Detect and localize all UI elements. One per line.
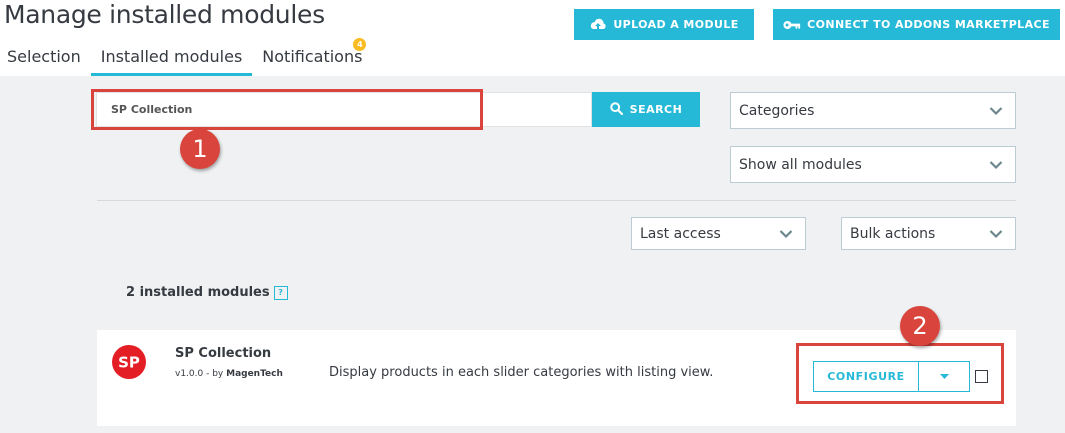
tab-bar: Selection Installed modules Notification… bbox=[0, 38, 372, 76]
chevron-down-icon bbox=[989, 229, 1003, 238]
sort-select[interactable]: Last access bbox=[631, 217, 806, 250]
module-meta: v1.0.0 - by MagenTech bbox=[175, 369, 283, 379]
module-author: MagenTech bbox=[226, 369, 283, 379]
installed-modules-count: 2 installed modules ? bbox=[126, 285, 288, 300]
show-modules-select[interactable]: Show all modules bbox=[730, 146, 1016, 183]
page: Manage installed modules UPLOAD A MODULE… bbox=[0, 0, 1065, 433]
tab-label: Installed modules bbox=[100, 47, 243, 66]
tab-installed-modules[interactable]: Installed modules bbox=[90, 44, 253, 76]
module-select-checkbox[interactable] bbox=[975, 370, 988, 383]
tab-label: Selection bbox=[7, 47, 81, 66]
search-button[interactable]: SEARCH bbox=[592, 92, 700, 127]
annotation-marker-2: 2 bbox=[900, 306, 940, 346]
sort-select-value: Last access bbox=[640, 225, 721, 242]
chevron-down-icon bbox=[779, 229, 793, 238]
categories-select[interactable]: Categories bbox=[730, 92, 1016, 129]
search-button-label: SEARCH bbox=[629, 103, 683, 116]
cloud-upload-icon bbox=[589, 18, 607, 32]
bulk-actions-select[interactable]: Bulk actions bbox=[841, 217, 1016, 250]
key-icon bbox=[783, 18, 801, 32]
notification-count-badge: 4 bbox=[353, 38, 367, 51]
installed-modules-count-label: 2 installed modules bbox=[126, 285, 270, 300]
module-name: SP Collection bbox=[175, 346, 272, 361]
search-field bbox=[96, 92, 592, 127]
connect-marketplace-button[interactable]: CONNECT TO ADDONS MARKETPLACE bbox=[773, 9, 1060, 40]
tab-notifications[interactable]: Notifications 4 bbox=[252, 38, 372, 76]
search-input[interactable] bbox=[97, 93, 591, 126]
page-title: Manage installed modules bbox=[4, 0, 325, 29]
module-description: Display products in each slider categori… bbox=[329, 365, 714, 380]
module-version: v1.0.0 - by bbox=[175, 369, 224, 379]
module-logo: SP bbox=[112, 345, 146, 379]
show-modules-select-value: Show all modules bbox=[739, 156, 862, 173]
tab-selection[interactable]: Selection bbox=[0, 44, 91, 76]
bulk-actions-select-value: Bulk actions bbox=[850, 225, 936, 242]
upload-module-button[interactable]: UPLOAD A MODULE bbox=[574, 9, 754, 40]
module-card: SP SP Collection v1.0.0 - by MagenTech D… bbox=[97, 330, 1016, 426]
main-content: SEARCH Categories Show all modules Last … bbox=[0, 76, 1065, 433]
chevron-down-icon bbox=[989, 106, 1003, 115]
module-logo-text: SP bbox=[118, 354, 140, 372]
caret-down-icon bbox=[939, 374, 949, 379]
annotation-marker-1: 1 bbox=[180, 129, 220, 169]
divider bbox=[97, 200, 1016, 201]
connect-marketplace-label: CONNECT TO ADDONS MARKETPLACE bbox=[807, 18, 1050, 31]
module-actions-dropdown-button[interactable] bbox=[919, 361, 970, 392]
tab-label: Notifications bbox=[262, 47, 363, 66]
configure-button[interactable]: CONFIGURE bbox=[813, 361, 919, 392]
help-icon[interactable]: ? bbox=[273, 285, 288, 300]
upload-module-label: UPLOAD A MODULE bbox=[613, 18, 739, 31]
categories-select-value: Categories bbox=[739, 102, 815, 119]
chevron-down-icon bbox=[989, 160, 1003, 169]
search-icon bbox=[609, 101, 623, 118]
